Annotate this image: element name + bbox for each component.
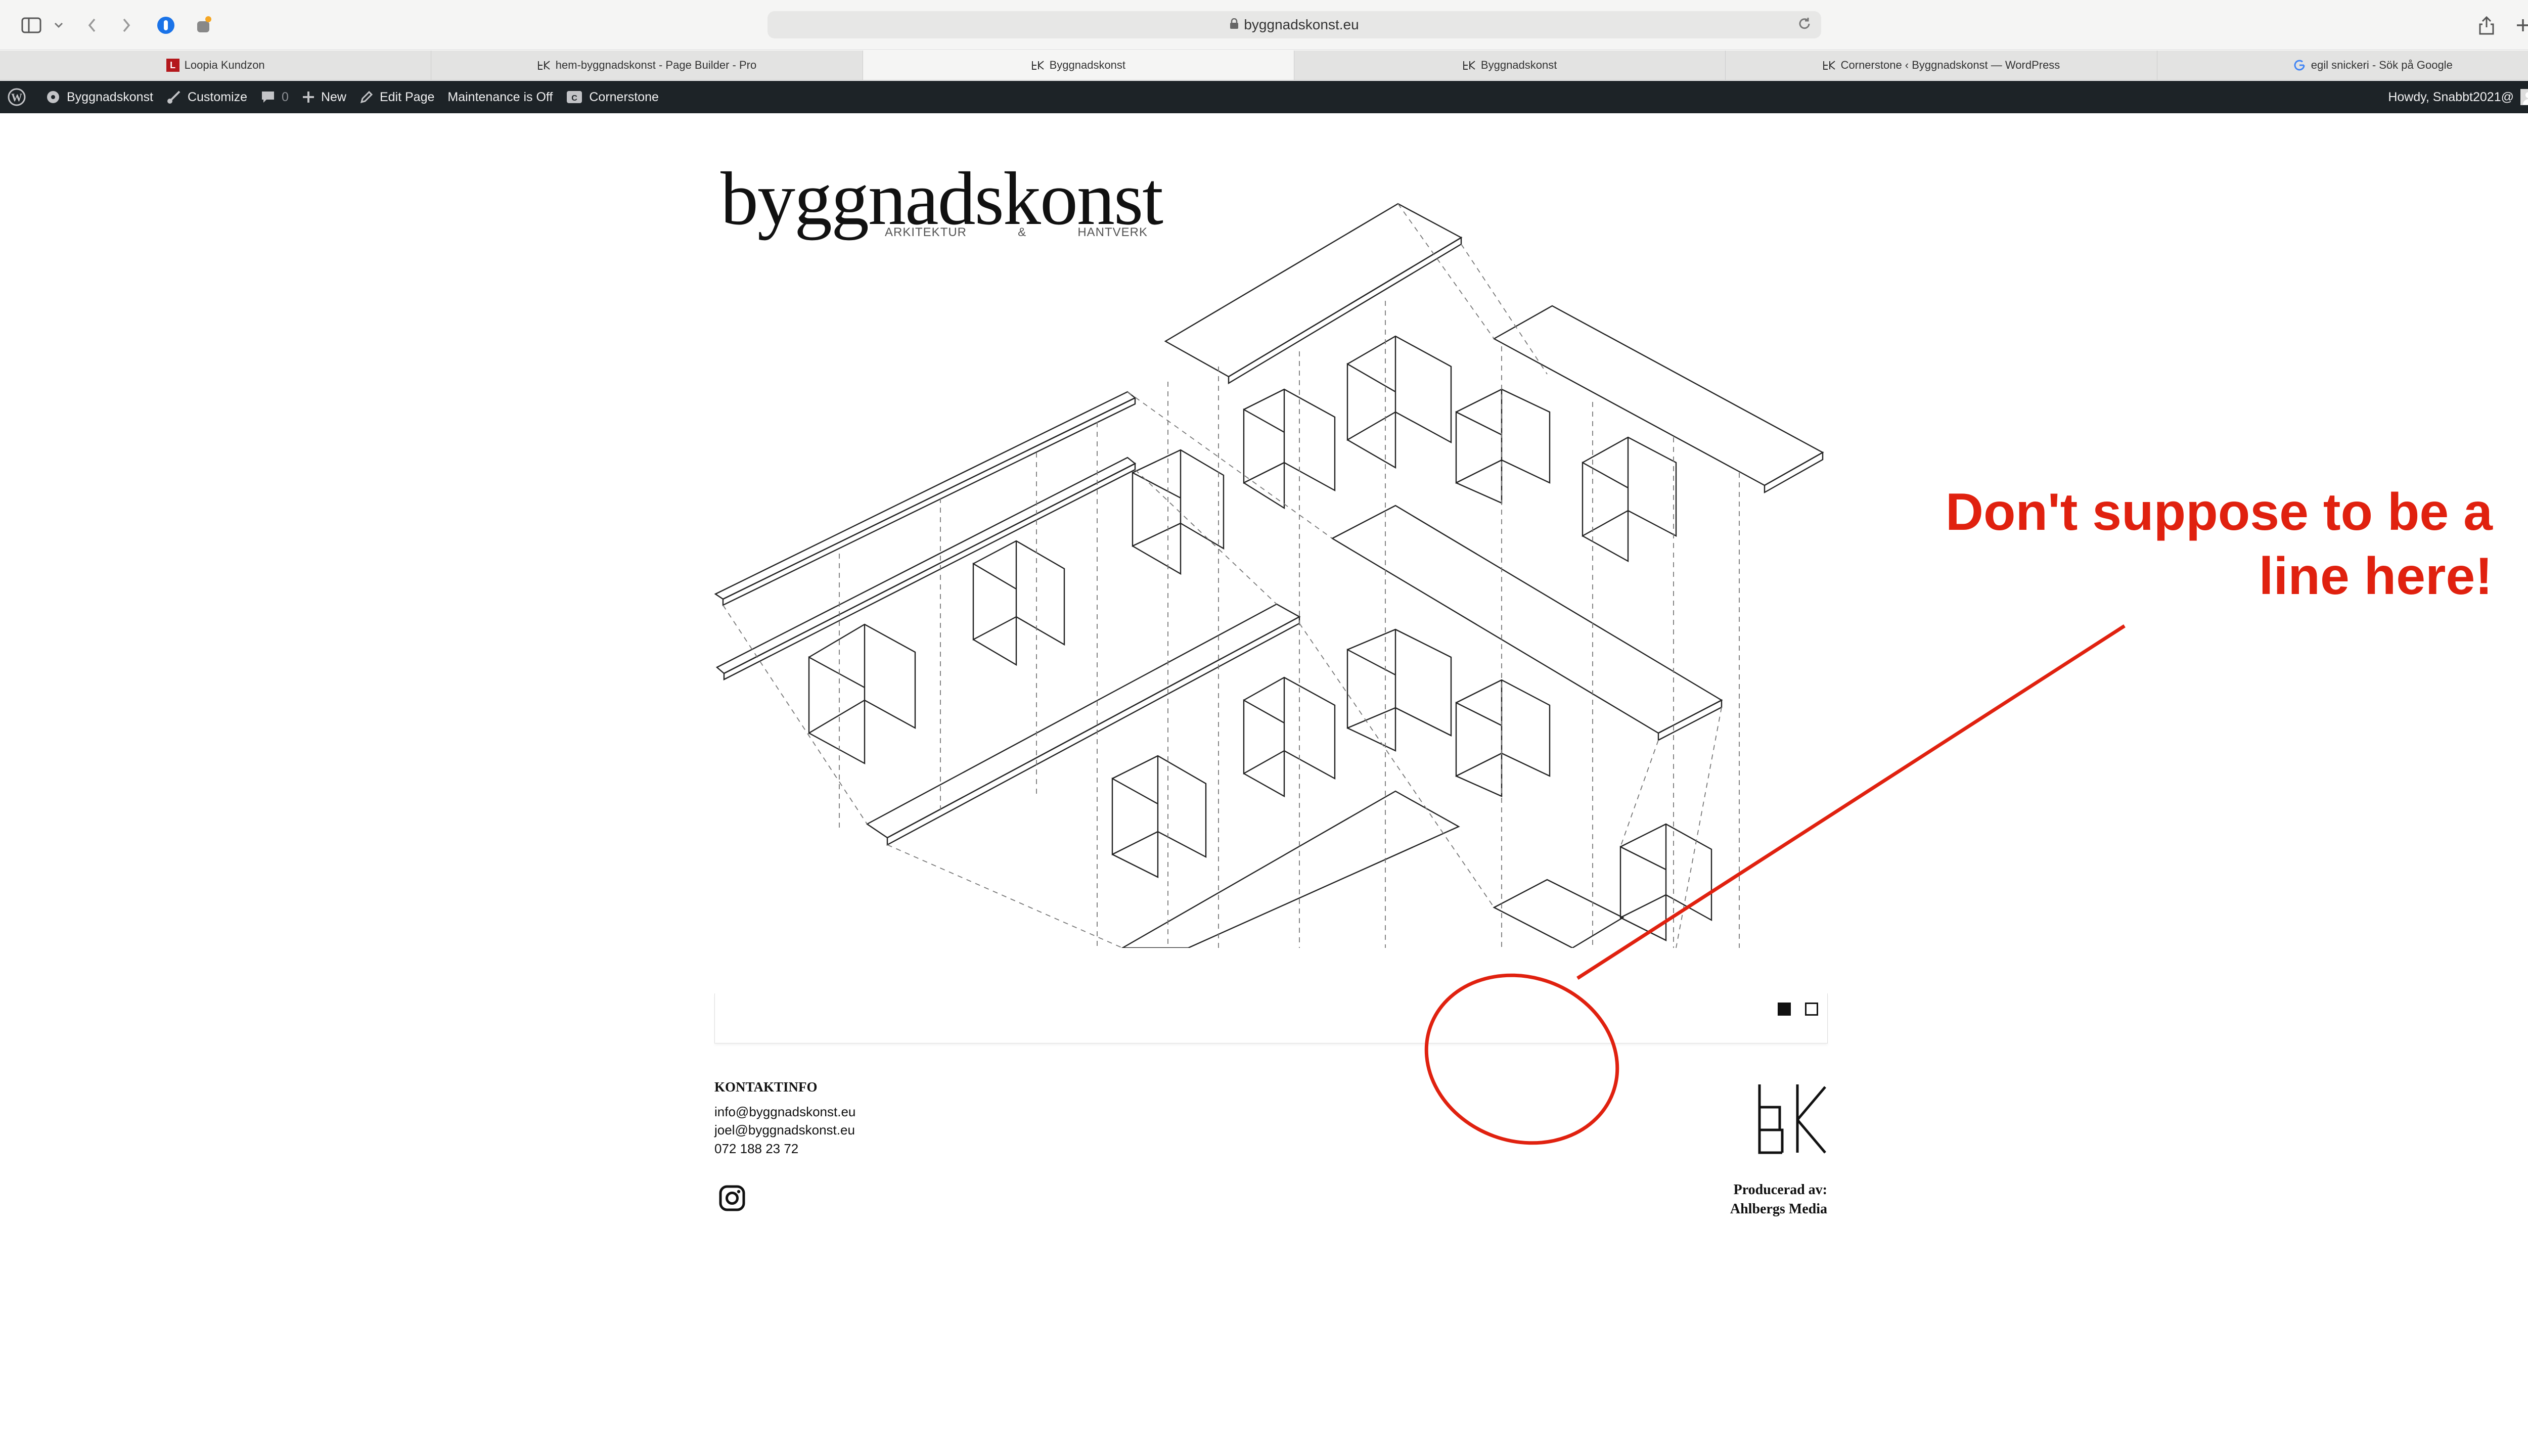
new-tab-icon[interactable] [2510, 12, 2528, 38]
bk-favicon-icon [537, 59, 551, 72]
instagram-icon[interactable] [718, 1184, 746, 1212]
board-middle-right [1331, 505, 1723, 741]
edit-page-label: Edit Page [379, 89, 435, 104]
avatar [2520, 89, 2528, 105]
slider-dot-2[interactable] [1805, 1003, 1818, 1016]
board-middle-left [866, 603, 1301, 846]
account-menu[interactable]: Howdy, Snabbt2021@ [2388, 81, 2528, 113]
brush-icon [167, 90, 180, 104]
customize-link[interactable]: Customize [166, 81, 247, 113]
contact-phone[interactable]: 072 188 23 72 [714, 1141, 798, 1157]
bk-logo-icon [1758, 1084, 1826, 1154]
producer-name[interactable]: Ahlbergs Media [1730, 1201, 1827, 1217]
construction-lines [723, 203, 1740, 948]
bk-favicon-icon [1823, 59, 1836, 72]
tab-byggnadskonst[interactable]: Byggnadskonst [1294, 51, 1726, 80]
tab-label: Cornerstone ‹ Byggnadskonst — WordPress [1840, 59, 2060, 71]
comment-icon [262, 92, 275, 103]
svg-text:W: W [11, 91, 22, 104]
tab-loopia[interactable]: L Loopia Kundzon [0, 51, 432, 80]
new-label: New [321, 89, 346, 104]
loopia-favicon-icon: L [166, 59, 179, 72]
slider-dot-1[interactable] [1778, 1003, 1791, 1016]
admin-bar-right: Howdy, Snabbt2021@ [2375, 81, 2528, 113]
tab-page-builder[interactable]: hem-byggnadskonst - Page Builder - Pro [431, 51, 863, 80]
bk-favicon-icon [1031, 59, 1045, 72]
annotation-circle [1424, 973, 1619, 1145]
tab-label: Byggnadskonst [1480, 59, 1557, 71]
cornerstone-label: Cornerstone [589, 89, 659, 104]
password-manager-icon[interactable] [153, 12, 179, 38]
tab-label: Byggnadskonst [1049, 59, 1126, 71]
dashboard-icon [47, 91, 59, 103]
reload-icon[interactable] [1797, 16, 1812, 35]
share-icon[interactable] [2473, 12, 2500, 38]
cornerstone-icon: C [567, 91, 582, 103]
site-name-label: Byggnadskonst [67, 89, 153, 104]
contact-email-joel[interactable]: joel@byggnadskonst.eu [714, 1122, 855, 1138]
contact-email-info[interactable]: info@byggnadskonst.eu [714, 1104, 855, 1120]
annotation-line-1: Don't suppose to be a [1945, 483, 2493, 541]
lock-icon [1230, 17, 1239, 33]
board-left-upper [714, 391, 1137, 606]
address-bar[interactable]: byggnadskonst.eu [768, 11, 1821, 38]
edit-page-link[interactable]: Edit Page [359, 81, 434, 113]
tab-label: egil snickeri - Sök på Google [2311, 59, 2453, 71]
tab-bar: L Loopia Kundzon hem-byggnadskonst - Pag… [0, 51, 2528, 80]
tab-google-search[interactable]: egil snickeri - Sök på Google [2157, 51, 2528, 80]
comment-count: 0 [282, 89, 289, 104]
annotation-note: Don't suppose to be a line here! [1850, 480, 2493, 609]
chevron-down-icon[interactable] [46, 12, 72, 38]
wordpress-logo-icon[interactable]: W [7, 81, 32, 113]
maintenance-toggle[interactable]: Maintenance is Off [447, 81, 553, 113]
google-favicon-icon [2293, 59, 2306, 72]
maintenance-label: Maintenance is Off [447, 89, 553, 104]
plus-icon [302, 92, 314, 103]
annotation-line-2: line here! [2259, 547, 2493, 606]
sidebar-icon[interactable] [18, 12, 44, 38]
pencil-icon [360, 90, 373, 104]
tab-byggnadskonst-active[interactable]: Byggnadskonst [863, 51, 1294, 80]
isometric-drawing [714, 203, 1824, 948]
board-right-top [1493, 305, 1824, 494]
cornerstone-link[interactable]: C Cornerstone [566, 81, 659, 113]
tab-label: Loopia Kundzon [184, 59, 265, 71]
url-text: byggnadskonst.eu [1244, 17, 1359, 32]
browser-toolbar: byggnadskonst.eu [0, 0, 2528, 50]
bk-favicon-icon [1463, 59, 1476, 72]
site-name-menu[interactable]: Byggnadskonst [46, 81, 153, 113]
svg-text:C: C [572, 94, 578, 103]
contact-title: KONTAKTINFO [714, 1079, 818, 1095]
new-content-menu[interactable]: New [302, 81, 346, 113]
forward-icon[interactable] [113, 12, 140, 38]
tab-cornerstone[interactable]: Cornerstone ‹ Byggnadskonst — WordPress [1726, 51, 2157, 80]
comments-link[interactable]: 0 [260, 81, 289, 113]
producer-label: Producerad av: [1733, 1182, 1827, 1198]
howdy-label: Howdy, Snabbt2021@ [2388, 89, 2514, 104]
customize-label: Customize [187, 89, 248, 104]
slider-container [714, 993, 1828, 1043]
board-bottom [1121, 790, 1460, 948]
back-icon[interactable] [79, 12, 105, 38]
extension-icon[interactable] [190, 12, 216, 38]
tab-label: hem-byggnadskonst - Page Builder - Pro [555, 59, 757, 71]
board-bottom-right [1493, 879, 1624, 948]
wp-admin-bar: W Byggnadskonst Customize 0 New Edit Pag… [0, 81, 2528, 113]
